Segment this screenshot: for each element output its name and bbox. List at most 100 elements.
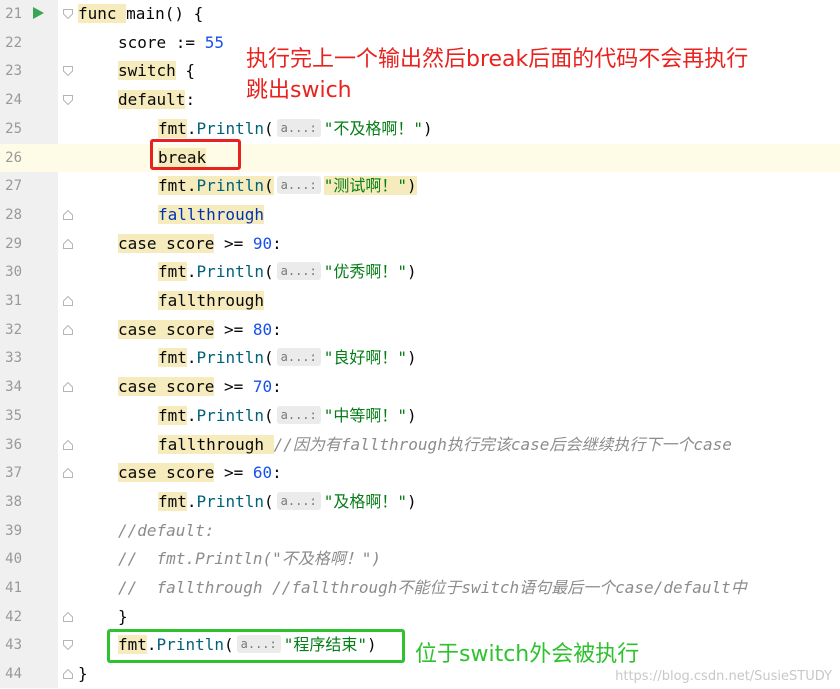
line-number[interactable]: 28 — [0, 201, 22, 230]
code-text: fmt.Println(a...: "良好啊！") — [158, 344, 417, 373]
line-number[interactable]: 36 — [0, 431, 22, 460]
line-number[interactable]: 37 — [0, 459, 22, 488]
code-token: ) — [407, 348, 417, 368]
code-text: case score >= 70: — [118, 373, 282, 402]
code-token: ( — [263, 405, 274, 425]
fold-icon[interactable] — [63, 382, 73, 393]
line-number[interactable]: 43 — [0, 631, 22, 660]
code-token: Println — [196, 348, 264, 368]
code-line[interactable]: 27 fmt.Println(a...: "测试啊！") — [0, 172, 840, 201]
parameter-hint: a...: — [276, 491, 321, 510]
code-token: : — [272, 319, 282, 339]
line-number[interactable]: 32 — [0, 316, 22, 345]
fold-icon[interactable] — [63, 669, 73, 680]
code-line[interactable]: 35 fmt.Println(a...: "中等啊！") — [0, 402, 840, 431]
code-line[interactable]: 25 fmt.Println(a...: "不及格啊！") — [0, 115, 840, 144]
line-number[interactable]: 24 — [0, 86, 22, 115]
line-number[interactable]: 31 — [0, 287, 22, 316]
code-token: "及格啊！" — [323, 491, 408, 511]
code-line[interactable]: 42} — [0, 603, 840, 632]
line-number[interactable]: 41 — [0, 574, 22, 603]
line-number[interactable]: 23 — [0, 57, 22, 86]
code-token: "测试啊！" — [323, 176, 408, 196]
code-token: 90 — [252, 233, 273, 253]
code-line[interactable]: 32 case score >= 80: — [0, 316, 840, 345]
line-number[interactable]: 38 — [0, 488, 22, 517]
code-text: //default: — [118, 517, 214, 546]
code-line[interactable]: 21 func main() { — [0, 0, 840, 29]
code-token: : — [272, 463, 282, 483]
code-line[interactable]: 33 fmt.Println(a...: "良好啊！") — [0, 344, 840, 373]
line-number[interactable]: 39 — [0, 517, 22, 546]
fold-icon[interactable] — [63, 640, 73, 651]
code-line[interactable]: 31 fallthrough — [0, 287, 840, 316]
fold-icon[interactable] — [63, 209, 73, 220]
code-text: fmt.Println(a...: "测试啊！") — [158, 172, 417, 201]
code-token: fmt — [158, 262, 187, 282]
code-line[interactable]: 28 fallthrough — [0, 201, 840, 230]
line-number[interactable]: 44 — [0, 660, 22, 689]
fold-icon[interactable] — [63, 439, 73, 450]
code-token: ) — [407, 405, 417, 425]
code-text: } — [78, 660, 88, 689]
fold-icon[interactable] — [63, 9, 73, 19]
code-token: "中等啊！" — [323, 405, 408, 425]
line-number[interactable]: 22 — [0, 29, 22, 58]
code-line[interactable]: 36 fallthrough //因为有fallthrough执行完该case后会… — [0, 431, 840, 460]
code-token: . — [186, 348, 197, 368]
code-token: score — [166, 377, 215, 397]
line-number[interactable]: 34 — [0, 373, 22, 402]
line-number[interactable]: 30 — [0, 258, 22, 287]
fold-icon[interactable] — [63, 95, 73, 106]
code-text: fallthrough //因为有fallthrough执行完该case后会继续… — [158, 431, 732, 460]
code-line[interactable]: 39 //default: — [0, 517, 840, 546]
code-text: fallthrough — [158, 287, 264, 316]
code-token: func — [78, 4, 127, 23]
code-token: >= — [214, 233, 253, 253]
line-number[interactable]: 33 — [0, 344, 22, 373]
code-line[interactable]: 41 // fallthrough //fallthrough不能位于switch… — [0, 574, 840, 603]
line-number[interactable]: 26 — [0, 144, 22, 173]
line-number[interactable]: 25 — [0, 115, 22, 144]
code-text: score := 55 — [118, 29, 224, 58]
code-line[interactable]: 30 fmt.Println(a...: "优秀啊！") — [0, 258, 840, 287]
code-line[interactable]: 29 case score >= 90: — [0, 230, 840, 259]
fold-icon[interactable] — [63, 324, 73, 335]
line-number[interactable]: 29 — [0, 230, 22, 259]
line-number[interactable]: 40 — [0, 545, 22, 574]
code-line[interactable]: 26 break — [0, 143, 840, 173]
fold-icon[interactable] — [63, 238, 73, 249]
code-token: ( — [263, 176, 274, 196]
code-text: default: — [118, 86, 195, 115]
code-token: score := — [118, 32, 205, 52]
code-token: switch — [118, 61, 176, 81]
fold-icon[interactable] — [63, 611, 73, 622]
fold-icon[interactable] — [63, 468, 73, 479]
code-token: : — [185, 90, 196, 110]
code-token: fmt — [158, 491, 187, 511]
line-number[interactable]: 35 — [0, 402, 22, 431]
code-token: fmt — [158, 405, 187, 425]
code-token: ) — [407, 262, 417, 282]
code-line[interactable]: 38 fmt.Println(a...: "及格啊！") — [0, 488, 840, 517]
run-gutter-icon[interactable] — [33, 7, 44, 19]
fold-icon[interactable] — [63, 296, 73, 306]
code-token: main() { — [126, 4, 204, 23]
code-text: } — [118, 603, 128, 632]
watermark: https://blog.csdn.net/SusieSTUDY — [615, 669, 832, 684]
line-number[interactable]: 27 — [0, 172, 22, 201]
code-text: fallthrough — [158, 201, 264, 230]
code-token: score — [166, 233, 215, 253]
code-line[interactable]: 34 case score >= 70: — [0, 373, 840, 402]
code-token: Println — [196, 176, 264, 196]
code-line[interactable]: 37 case score >= 60: — [0, 459, 840, 488]
code-token: Println — [196, 405, 264, 425]
code-line[interactable]: 40 // fmt.Println("不及格啊！") — [0, 545, 840, 574]
line-number[interactable]: 42 — [0, 603, 22, 632]
fold-icon[interactable] — [63, 66, 73, 77]
line-number[interactable]: 21 — [0, 0, 22, 29]
code-token: fallthrough — [158, 434, 274, 454]
code-token: case — [118, 319, 167, 339]
code-token: //因为有fallthrough执行完该case后会继续执行下一个case — [273, 434, 732, 454]
code-text: case score >= 90: — [118, 230, 282, 259]
